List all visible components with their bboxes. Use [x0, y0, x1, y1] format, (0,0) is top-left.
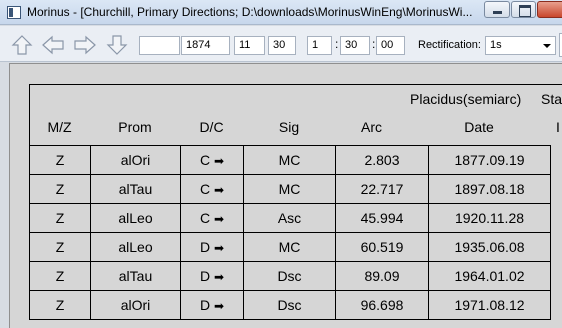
cell-prom: alLeo — [90, 232, 181, 262]
arrow-right-icon: ➡ — [213, 241, 225, 255]
table-row[interactable]: Z alOri D ➡ Dsc 96.698 1971.08.12 — [29, 290, 551, 320]
group-header: Placidus(semiarc) — [410, 91, 522, 107]
minimize-button[interactable] — [484, 1, 510, 18]
cell-arc: 60.519 — [335, 232, 429, 262]
cell-mz: Z — [29, 290, 91, 320]
table-row[interactable]: Z alTau D ➡ Dsc 89.09 1964.01.02 — [29, 261, 551, 291]
window-title: Morinus - [Churchill, Primary Directions… — [27, 5, 473, 19]
title-bar: Morinus - [Churchill, Primary Directions… — [0, 0, 562, 25]
cell-date: 1897.08.18 — [428, 174, 551, 204]
cell-dc: C ➡ — [180, 145, 244, 175]
app-icon — [7, 6, 21, 19]
cell-date: 1935.06.08 — [428, 232, 551, 262]
maximize-button[interactable] — [511, 1, 536, 18]
cell-prom: alLeo — [90, 203, 181, 233]
directions-table: Z alOri C ➡ MC 2.803 1877.09.19 Z alTau … — [29, 145, 551, 320]
cell-arc: 89.09 — [335, 261, 429, 291]
toolbar: 1874 11 30 1 : 30 : 00 Rectification: 1s — [0, 26, 562, 62]
cell-sig: MC — [243, 145, 336, 175]
cell-arc: 2.803 — [335, 145, 429, 175]
cell-sig: MC — [243, 174, 336, 204]
cell-mz: Z — [29, 203, 91, 233]
year-field[interactable]: 1874 — [181, 36, 230, 55]
rectification-label: Rectification: — [418, 39, 481, 51]
column-header-partial: I — [556, 119, 560, 135]
column-header-sig: Sig — [278, 119, 300, 135]
cell-mz: Z — [29, 261, 91, 291]
cell-sig: Dsc — [243, 290, 336, 320]
rectification-select[interactable]: 1s — [485, 36, 556, 55]
cell-mz: Z — [29, 145, 91, 175]
cell-date: 1971.08.12 — [428, 290, 551, 320]
cell-date: 1877.09.19 — [428, 145, 551, 175]
time-separator: : — [372, 37, 376, 51]
column-header-date: Date — [464, 119, 494, 135]
arrow-left-icon[interactable] — [42, 35, 64, 55]
cell-dc: D ➡ — [180, 261, 244, 291]
table-row[interactable]: Z alOri C ➡ MC 2.803 1877.09.19 — [29, 145, 551, 175]
day-field[interactable]: 30 — [268, 36, 296, 55]
cell-prom: alOri — [90, 290, 181, 320]
cell-dc: C ➡ — [180, 174, 244, 204]
column-header-dc: D/C — [199, 119, 224, 135]
arrow-right-icon: ➡ — [213, 270, 225, 284]
group-header-next: Sta — [541, 91, 562, 107]
header-left-border — [29, 84, 30, 146]
rectification-value: 1s — [490, 39, 502, 51]
cell-prom: alTau — [90, 174, 181, 204]
close-button[interactable] — [537, 1, 562, 18]
arrow-right-icon: ➡ — [213, 212, 225, 226]
arrow-right-icon: ➡ — [213, 154, 225, 168]
table-row[interactable]: Z alLeo D ➡ MC 60.519 1935.06.08 — [29, 232, 551, 262]
cell-dc: D ➡ — [180, 232, 244, 262]
time-separator: : — [335, 37, 339, 51]
column-header-mz: M/Z — [47, 119, 72, 135]
cell-prom: alOri — [90, 145, 181, 175]
chevron-down-icon — [543, 44, 551, 48]
cell-sig: Asc — [243, 203, 336, 233]
arrow-right-icon: ➡ — [213, 183, 225, 197]
cell-dc: C ➡ — [180, 203, 244, 233]
cell-date: 1920.11.28 — [428, 203, 551, 233]
header-top-border — [29, 84, 562, 85]
arrow-up-icon[interactable] — [11, 35, 33, 55]
column-header-prom: Prom — [118, 119, 152, 135]
minute-field[interactable]: 30 — [340, 36, 370, 55]
cell-date: 1964.01.02 — [428, 261, 551, 291]
cell-mz: Z — [29, 232, 91, 262]
cell-prom: alTau — [90, 261, 181, 291]
month-field[interactable]: 11 — [234, 36, 265, 55]
blank-field[interactable] — [139, 36, 180, 55]
table-row[interactable]: Z alTau C ➡ MC 22.717 1897.08.18 — [29, 174, 551, 204]
hour-field[interactable]: 1 — [307, 36, 332, 55]
cell-arc: 45.994 — [335, 203, 429, 233]
cell-mz: Z — [29, 174, 91, 204]
cell-arc: 96.698 — [335, 290, 429, 320]
arrow-right-icon[interactable] — [74, 35, 96, 55]
cell-dc: D ➡ — [180, 290, 244, 320]
cell-arc: 22.717 — [335, 174, 429, 204]
cell-sig: MC — [243, 232, 336, 262]
arrow-right-icon: ➡ — [213, 299, 225, 313]
arrow-down-icon[interactable] — [106, 35, 128, 55]
table-row[interactable]: Z alLeo C ➡ Asc 45.994 1920.11.28 — [29, 203, 551, 233]
second-field[interactable]: 00 — [376, 36, 405, 55]
column-header-arc: Arc — [361, 119, 382, 135]
cell-sig: Dsc — [243, 261, 336, 291]
